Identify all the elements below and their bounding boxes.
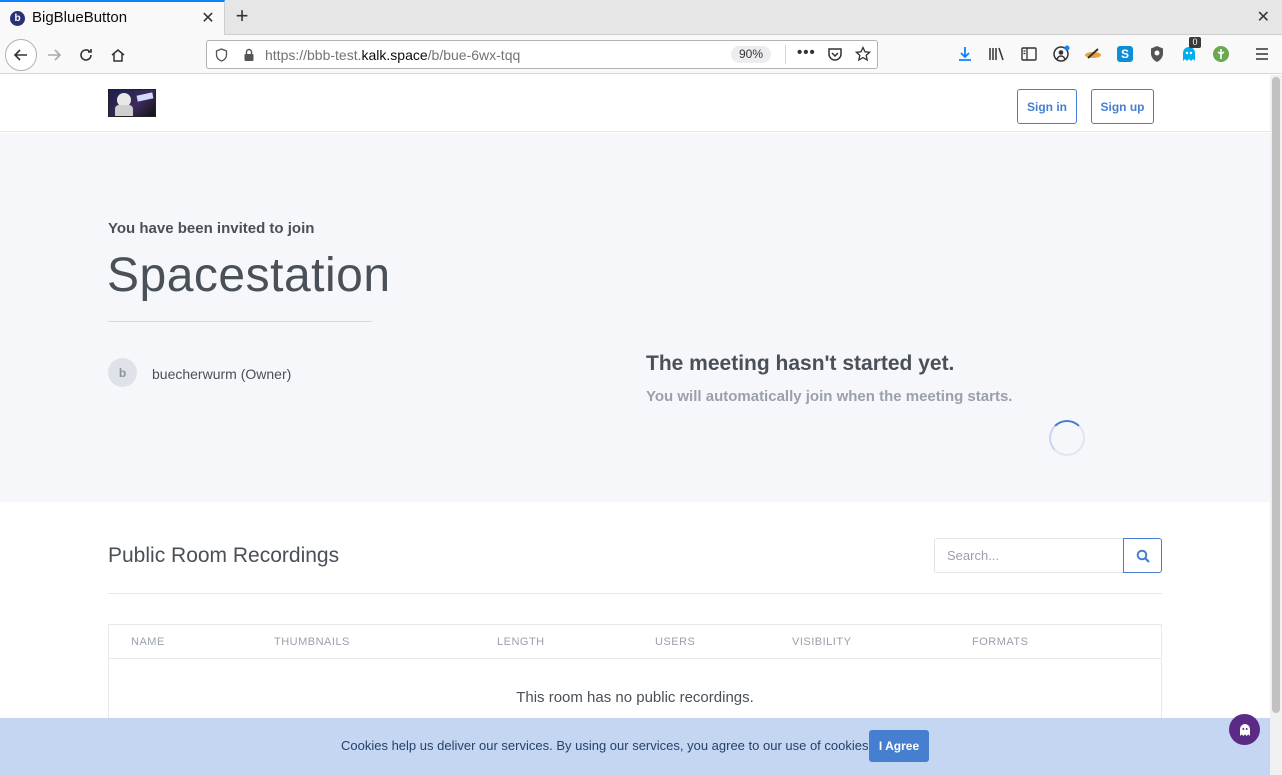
reload-button[interactable] xyxy=(70,39,102,71)
cookie-agree-button[interactable]: I Agree xyxy=(869,730,929,762)
meeting-status-subtitle: You will automatically join when the mee… xyxy=(646,388,1013,405)
page-actions-icon[interactable]: ••• xyxy=(797,44,816,61)
back-button[interactable] xyxy=(5,39,37,71)
reload-icon xyxy=(80,49,92,61)
url-path: /b/bue-6wx-tqq xyxy=(427,47,521,63)
recordings-divider xyxy=(108,593,1162,594)
bookmark-star-icon[interactable] xyxy=(855,46,871,62)
site-header: Sign in Sign up xyxy=(0,75,1270,132)
url-host: kalk.space xyxy=(361,47,428,63)
title-divider xyxy=(108,321,372,322)
loading-spinner-icon xyxy=(1049,420,1085,456)
privacy-badger-icon[interactable] xyxy=(1148,44,1166,64)
recordings-table-header: NAME THUMBNAILS LENGTH USERS VISIBILITY … xyxy=(109,625,1161,659)
back-arrow-icon xyxy=(13,49,27,61)
column-header-length[interactable]: LENGTH xyxy=(497,636,545,648)
column-header-name[interactable]: NAME xyxy=(131,636,165,648)
recordings-search-input[interactable] xyxy=(934,538,1124,573)
sign-in-button[interactable]: Sign in xyxy=(1017,89,1077,124)
zoom-level-badge[interactable]: 90% xyxy=(731,46,772,63)
ghostery-extension-icon[interactable]: 0 xyxy=(1180,37,1201,64)
column-header-thumbnails[interactable]: THUMBNAILS xyxy=(274,636,350,648)
meeting-status-title: The meeting hasn't started yet. xyxy=(646,352,955,375)
tree-extension-icon[interactable] xyxy=(1212,44,1230,64)
extension-rocket-icon[interactable] xyxy=(1084,44,1102,64)
downloads-icon[interactable] xyxy=(956,44,974,64)
lock-icon[interactable] xyxy=(243,48,255,62)
recordings-title: Public Room Recordings xyxy=(108,544,340,567)
new-tab-icon[interactable]: + xyxy=(231,3,253,29)
cookie-message: Cookies help us deliver our services. By… xyxy=(341,738,873,753)
recordings-search-button[interactable] xyxy=(1123,538,1162,573)
column-header-visibility[interactable]: VISIBILITY xyxy=(792,636,851,648)
account-icon[interactable] xyxy=(1052,44,1070,64)
url-divider xyxy=(785,45,786,64)
close-tab-icon[interactable]: ✕ xyxy=(200,8,216,28)
sidebar-icon[interactable] xyxy=(1020,44,1038,64)
extension-count-badge: 0 xyxy=(1189,37,1201,48)
browser-tab[interactable]: b BigBlueButton ✕ xyxy=(0,0,225,35)
url-text[interactable]: https://bbb-test.kalk.space/b/bue-6wx-tq… xyxy=(265,47,520,63)
logo-astronaut-body xyxy=(115,105,133,116)
column-header-users[interactable]: USERS xyxy=(655,636,695,648)
page-scrollbar[interactable] xyxy=(1270,75,1282,775)
url-prefix: https://bbb-test. xyxy=(265,47,362,63)
owner-name: buecherwurm (Owner) xyxy=(152,366,292,382)
room-hero: You have been invited to join Spacestati… xyxy=(0,133,1270,502)
browser-tab-bar: b BigBlueButton ✕ + ✕ xyxy=(0,0,1282,35)
room-title: Spacestation xyxy=(107,249,391,302)
scrollbar-thumb[interactable] xyxy=(1272,77,1280,713)
hamburger-menu-icon[interactable] xyxy=(1253,44,1271,64)
home-button[interactable] xyxy=(102,39,134,71)
no-recordings-message: This room has no public recordings. xyxy=(516,689,754,706)
column-header-formats[interactable]: FORMATS xyxy=(972,636,1028,648)
skype-extension-icon[interactable]: S xyxy=(1116,44,1134,64)
bigbluebutton-favicon-icon: b xyxy=(10,11,25,26)
logo-flare xyxy=(136,92,154,102)
home-icon xyxy=(111,49,125,62)
sign-up-button[interactable]: Sign up xyxy=(1091,89,1154,124)
library-icon[interactable] xyxy=(988,44,1006,64)
tracking-shield-icon[interactable] xyxy=(215,48,228,62)
ghost-icon xyxy=(1239,723,1250,736)
url-bar[interactable]: https://bbb-test.kalk.space/b/bue-6wx-tq… xyxy=(206,40,878,69)
forward-arrow-icon xyxy=(48,49,62,61)
ghostery-overlay-button[interactable] xyxy=(1229,714,1260,745)
tab-title: BigBlueButton xyxy=(32,9,128,26)
site-logo[interactable] xyxy=(108,89,156,117)
cookie-banner: Cookies help us deliver our services. By… xyxy=(0,718,1270,775)
invite-text: You have been invited to join xyxy=(108,220,315,237)
pocket-icon[interactable] xyxy=(827,47,843,62)
close-window-icon[interactable]: ✕ xyxy=(1257,7,1270,27)
web-page: Sign in Sign up You have been invited to… xyxy=(0,75,1270,775)
forward-button[interactable] xyxy=(38,39,70,71)
search-icon xyxy=(1136,549,1150,563)
browser-toolbar: https://bbb-test.kalk.space/b/bue-6wx-tq… xyxy=(0,35,1282,74)
owner-avatar: b xyxy=(108,358,137,387)
